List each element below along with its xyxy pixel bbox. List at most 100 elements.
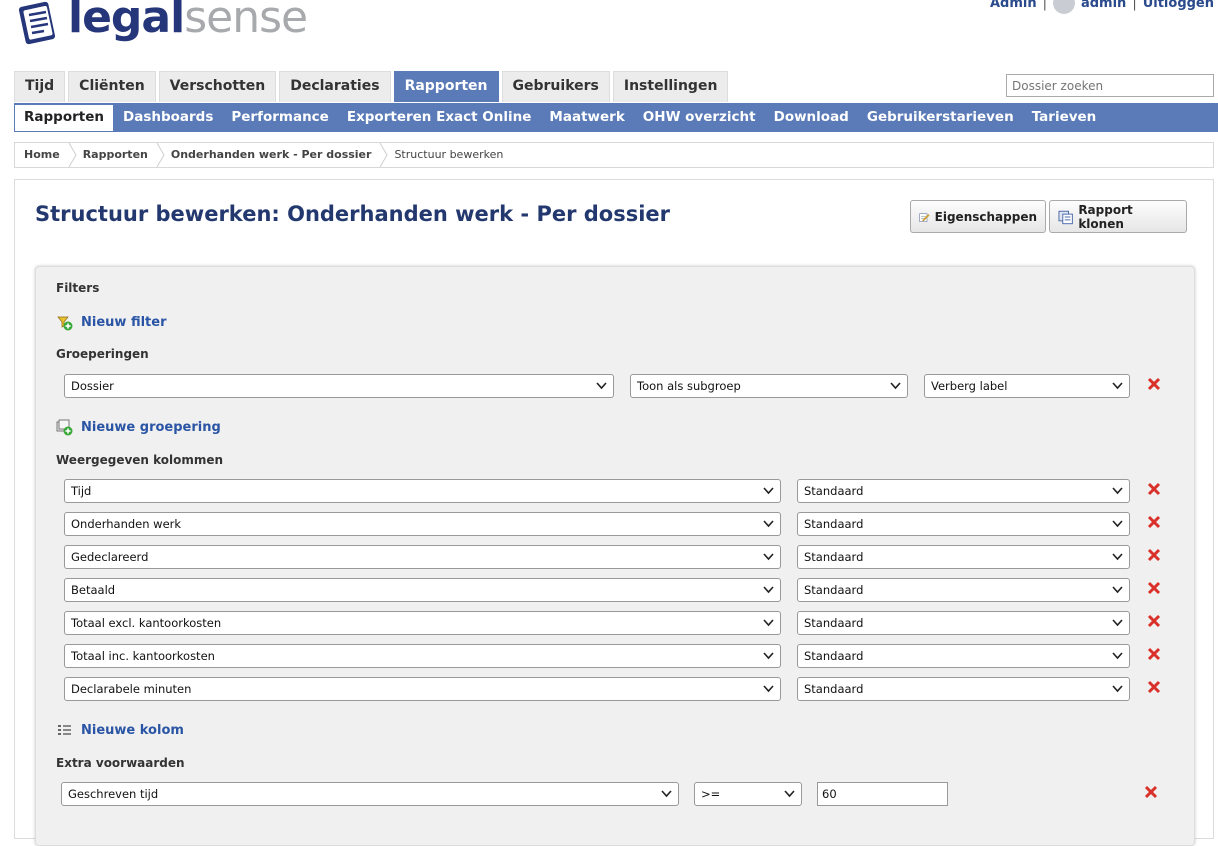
column-field-select[interactable]: Gedeclareerd (64, 545, 781, 569)
chevron-down-icon (1112, 520, 1123, 528)
properties-button[interactable]: Eigenschappen (910, 200, 1046, 233)
condition-field-value: Geschreven tijd (68, 787, 159, 801)
grouping-label-select[interactable]: Verberg label (924, 374, 1130, 398)
user-bar: Admin | admin | Uitloggen (990, 0, 1214, 14)
column-format-select[interactable]: Standaard (797, 545, 1130, 569)
column-field-value: Totaal excl. kantoorkosten (71, 616, 222, 630)
groupings-heading: Groeperingen (56, 347, 149, 361)
column-format-value: Standaard (804, 583, 864, 597)
breadcrumb: Home Rapporten Onderhanden werk - Per do… (14, 142, 1214, 168)
subtab-download[interactable]: Download (765, 103, 858, 132)
logo-text-legal: legal (68, 0, 185, 43)
subtab-tarieven[interactable]: Tarieven (1023, 103, 1106, 132)
logo[interactable]: legalsense (16, 0, 308, 50)
column-field-select[interactable]: Declarabele minuten (64, 677, 781, 701)
clone-icon (1058, 210, 1073, 224)
grouping-display-value: Toon als subgroep (637, 379, 741, 393)
add-grouping-icon (56, 419, 73, 436)
column-field-select[interactable]: Totaal inc. kantoorkosten (64, 644, 781, 668)
column-field-select[interactable]: Tijd (64, 479, 781, 503)
admin-link[interactable]: Admin (990, 0, 1037, 11)
delete-column-icon[interactable] (1147, 581, 1161, 595)
clone-report-button[interactable]: Rapport klonen (1049, 200, 1187, 233)
delete-grouping-icon[interactable] (1147, 377, 1161, 391)
grouping-field-value: Dossier (71, 379, 114, 393)
add-filter-icon (57, 316, 73, 331)
tab-verschotten[interactable]: Verschotten (158, 71, 277, 102)
subtab-rapporten[interactable]: Rapporten (14, 103, 114, 132)
new-grouping-link[interactable]: Nieuwe groepering (56, 419, 221, 436)
column-field-select[interactable]: Totaal excl. kantoorkosten (64, 611, 781, 635)
column-field-value: Totaal inc. kantoorkosten (71, 649, 215, 663)
breadcrumb-report-label: Onderhanden werk - Per dossier (170, 148, 372, 161)
column-format-value: Standaard (804, 649, 864, 663)
condition-value-input[interactable]: 60 (817, 782, 948, 806)
delete-condition-icon[interactable] (1144, 785, 1158, 799)
subtab-dashboards[interactable]: Dashboards (114, 103, 222, 132)
chevron-down-icon (763, 652, 774, 660)
breadcrumb-home[interactable]: Home (15, 143, 77, 167)
columns-heading: Weergegeven kolommen (56, 453, 224, 467)
column-field-value: Betaald (71, 583, 116, 597)
column-field-select[interactable]: Betaald (64, 578, 781, 602)
delete-column-icon[interactable] (1147, 614, 1161, 628)
delete-column-icon[interactable] (1147, 515, 1161, 529)
delete-column-icon[interactable] (1147, 680, 1161, 694)
delete-column-icon[interactable] (1147, 482, 1161, 496)
structure-editor: Filters Nieuw filter Groeperingen Dossie… (35, 266, 1195, 846)
subtab-gebruikerstarieven[interactable]: Gebruikerstarieven (858, 103, 1023, 132)
breadcrumb-rapporten[interactable]: Rapporten (74, 143, 165, 167)
tab-declaraties[interactable]: Declaraties (279, 71, 391, 102)
new-column-link[interactable]: Nieuwe kolom (56, 722, 184, 739)
chevron-down-icon (763, 520, 774, 528)
subtab-ohw-overzicht[interactable]: OHW overzicht (634, 103, 765, 132)
chevron-down-icon (1112, 487, 1123, 495)
condition-field-select[interactable]: Geschreven tijd (61, 782, 679, 806)
subtab-exporteren-exact-online[interactable]: Exporteren Exact Online (338, 103, 541, 132)
breadcrumb-rapporten-label: Rapporten (82, 148, 148, 161)
chevron-down-icon (890, 382, 901, 390)
column-format-select[interactable]: Standaard (797, 578, 1130, 602)
logout-link[interactable]: Uitloggen (1143, 0, 1214, 11)
grouping-display-select[interactable]: Toon als subgroep (630, 374, 908, 398)
chevron-down-icon (763, 619, 774, 627)
column-format-select[interactable]: Standaard (797, 479, 1130, 503)
subtab-maatwerk[interactable]: Maatwerk (540, 103, 633, 132)
chevron-down-icon (1112, 652, 1123, 660)
delete-column-icon[interactable] (1147, 647, 1161, 661)
column-format-select[interactable]: Standaard (797, 611, 1130, 635)
chevron-down-icon (1112, 553, 1123, 561)
breadcrumb-report[interactable]: Onderhanden werk - Per dossier (162, 143, 389, 167)
tab-tijd[interactable]: Tijd (14, 71, 66, 102)
column-field-value: Gedeclareerd (71, 550, 149, 564)
grouping-field-select[interactable]: Dossier (64, 374, 614, 398)
user-name-link[interactable]: admin (1081, 0, 1126, 11)
column-format-value: Standaard (804, 616, 864, 630)
dossier-search-input[interactable] (1006, 74, 1214, 97)
chevron-down-icon (661, 790, 672, 798)
tab-instellingen[interactable]: Instellingen (612, 71, 729, 102)
page-title: Structuur bewerken: Onderhanden werk - P… (35, 202, 671, 226)
new-grouping-label: Nieuwe groepering (81, 420, 221, 435)
chevron-down-icon (763, 553, 774, 561)
sub-nav: Rapporten Dashboards Performance Exporte… (14, 103, 1218, 132)
column-format-value: Standaard (804, 682, 864, 696)
delete-column-icon[interactable] (1147, 548, 1161, 562)
column-format-select[interactable]: Standaard (797, 677, 1130, 701)
chevron-down-icon (784, 790, 795, 798)
subtab-performance[interactable]: Performance (222, 103, 337, 132)
condition-operator-select[interactable]: >= (694, 782, 802, 806)
chevron-down-icon (763, 586, 774, 594)
new-filter-link[interactable]: Nieuw filter (56, 314, 166, 331)
column-field-select[interactable]: Onderhanden werk (64, 512, 781, 536)
column-format-select[interactable]: Standaard (797, 512, 1130, 536)
column-format-select[interactable]: Standaard (797, 644, 1130, 668)
column-field-value: Declarabele minuten (71, 682, 192, 696)
chevron-down-icon (1112, 382, 1123, 390)
tab-rapporten[interactable]: Rapporten (393, 71, 499, 102)
tab-gebruikers[interactable]: Gebruikers (501, 71, 610, 102)
tab-clienten[interactable]: Cliënten (68, 71, 156, 102)
properties-button-label: Eigenschappen (934, 209, 1037, 224)
content-panel: Structuur bewerken: Onderhanden werk - P… (14, 179, 1214, 846)
breadcrumb-current: Structuur bewerken (394, 148, 504, 161)
